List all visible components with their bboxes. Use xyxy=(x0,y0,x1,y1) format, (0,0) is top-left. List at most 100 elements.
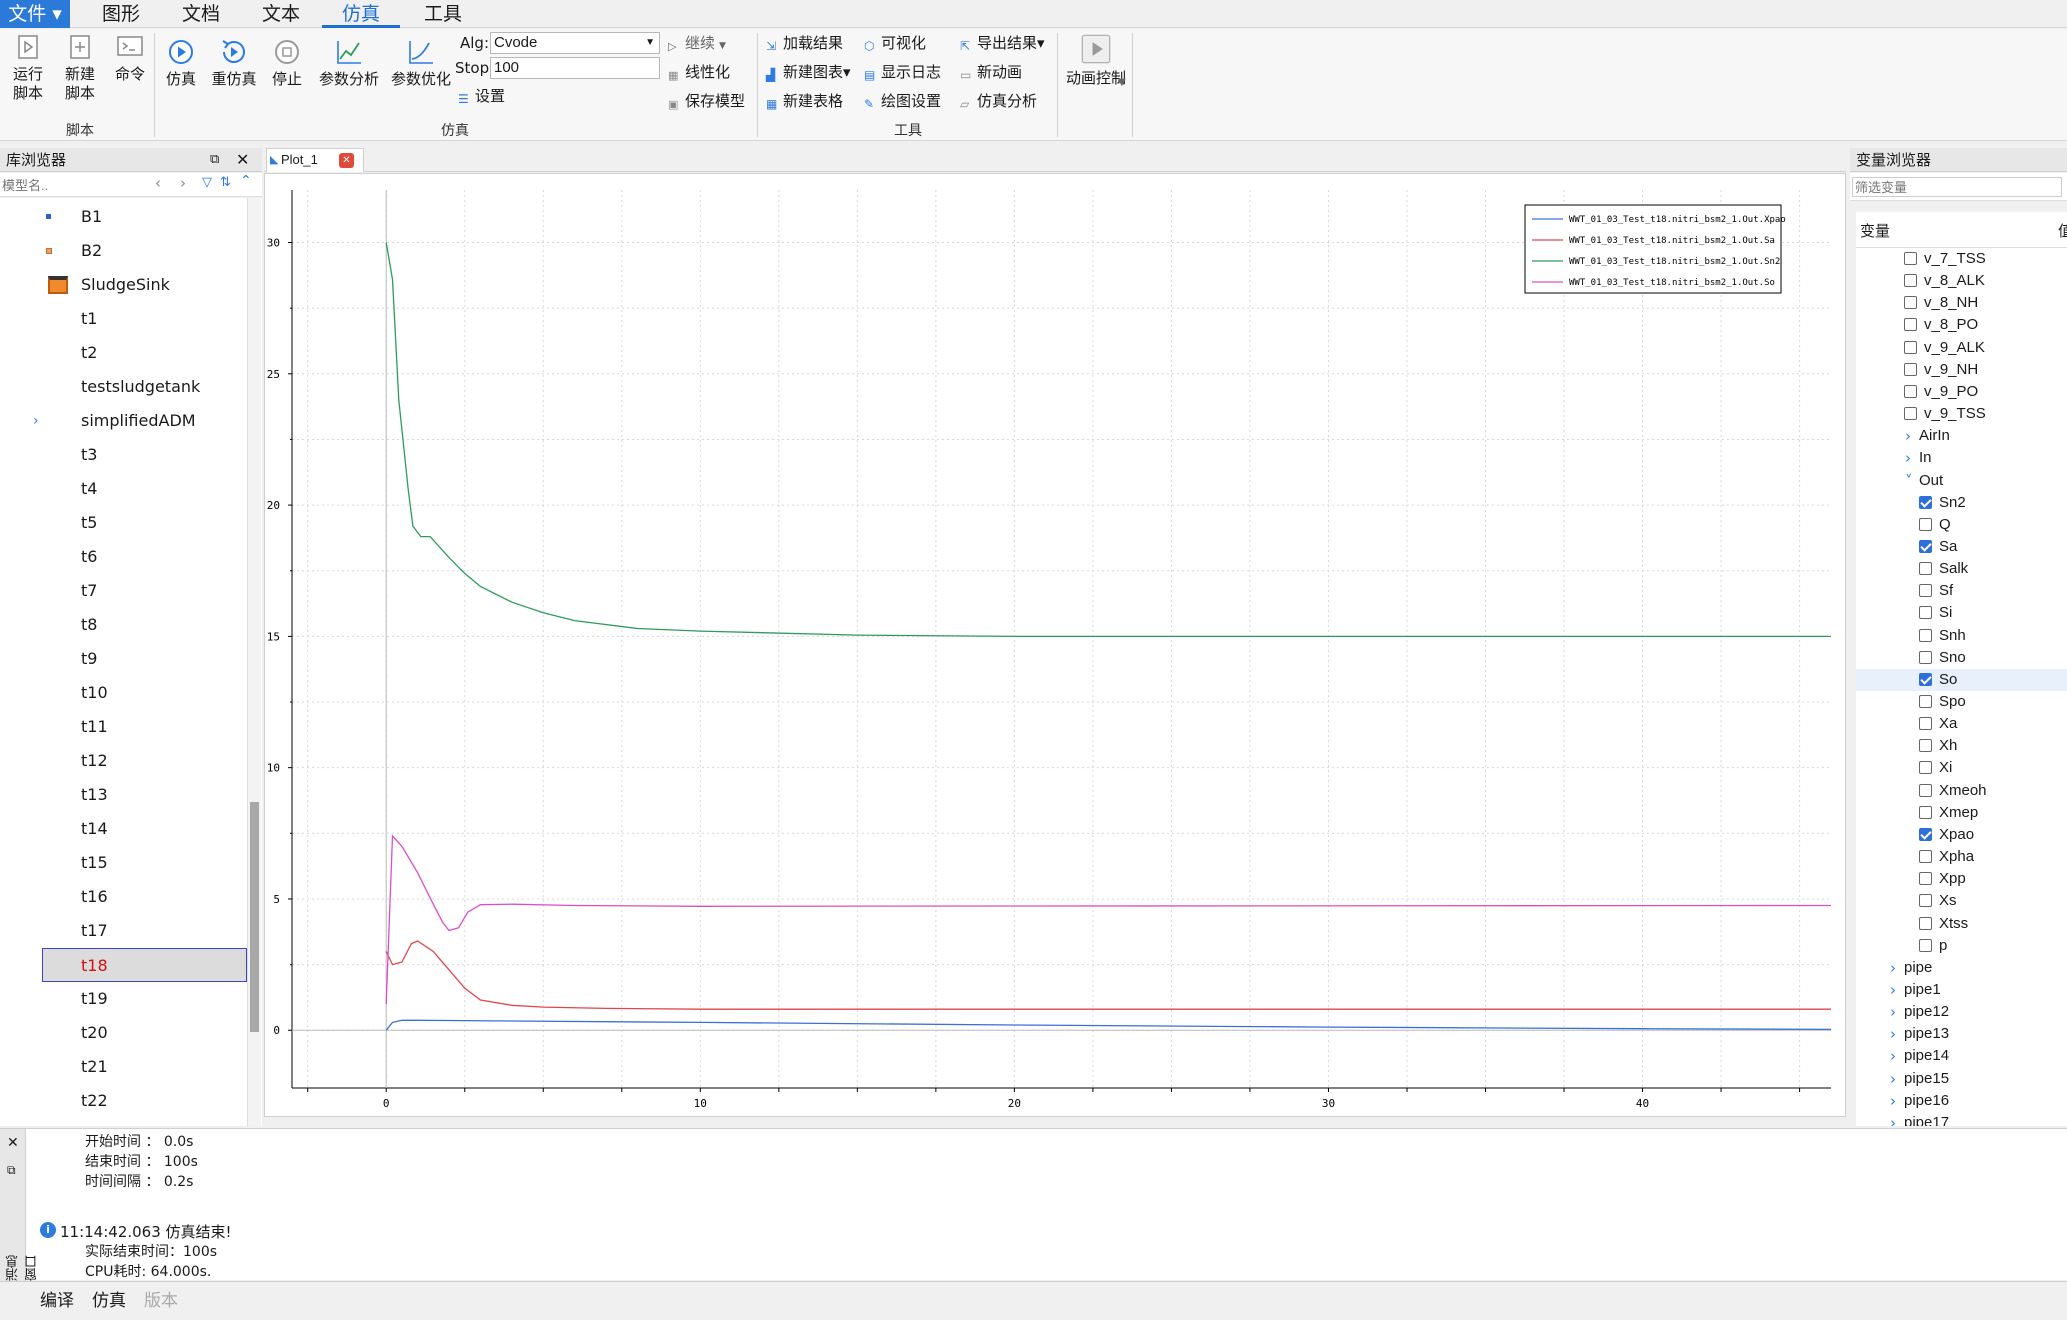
export-results-button[interactable]: ⇱ 导出结果▾ xyxy=(960,33,1045,53)
plot-area[interactable]: 0 10 20 30 40 0 5 10 15 20 25 30 WWT_01_03_Test_t18.… xyxy=(264,173,1846,1117)
variable-filter-input[interactable] xyxy=(1852,177,2062,197)
variable-row[interactable]: v_9_ALK xyxy=(1856,337,2067,359)
variable-row[interactable]: Snh xyxy=(1856,625,2067,647)
tab-compile[interactable]: 编译 xyxy=(36,1288,78,1314)
variable-row[interactable]: Q xyxy=(1856,514,2067,536)
variable-row[interactable]: Sf xyxy=(1856,580,2067,602)
variable-checkbox[interactable] xyxy=(1919,672,1932,686)
variable-checkbox[interactable] xyxy=(1919,894,1932,908)
variable-group-row[interactable]: › pipe15 xyxy=(1856,1068,2067,1090)
chevron-right-icon[interactable]: › xyxy=(1890,1090,1896,1112)
variable-row[interactable]: Sno xyxy=(1856,647,2067,669)
variable-checkbox[interactable] xyxy=(1919,628,1932,642)
variable-row[interactable]: v_8_ALK xyxy=(1856,270,2067,292)
float-icon[interactable]: ⧉ xyxy=(7,1163,16,1178)
variable-row[interactable]: v_8_PO xyxy=(1856,314,2067,336)
collapse-all-icon[interactable]: ⌃ xyxy=(240,173,252,189)
library-item[interactable]: t13 xyxy=(0,778,245,812)
simulate-button[interactable]: 仿真 xyxy=(160,38,202,89)
library-item[interactable]: t14 xyxy=(0,812,245,846)
library-item[interactable]: B2 xyxy=(0,234,245,268)
filter-icon[interactable]: ▽ xyxy=(202,175,212,190)
param-analysis-button[interactable]: 参数分析 xyxy=(316,38,382,89)
expand-chevron-icon[interactable]: › xyxy=(33,404,39,438)
continue-button[interactable]: ▷ 继续 ▼ xyxy=(668,33,726,53)
variable-row[interactable]: v_7_TSS xyxy=(1856,248,2067,270)
variable-checkbox[interactable] xyxy=(1919,650,1932,664)
variable-row[interactable]: v_9_TSS xyxy=(1856,403,2067,425)
variable-row[interactable]: v_9_PO xyxy=(1856,381,2067,403)
library-scrollbar-thumb[interactable] xyxy=(250,802,259,1032)
library-item[interactable]: t9 xyxy=(0,642,245,676)
library-item[interactable]: t21 xyxy=(0,1050,245,1084)
variable-group-row[interactable]: › pipe13 xyxy=(1856,1023,2067,1045)
variable-checkbox[interactable] xyxy=(1919,916,1932,930)
library-item[interactable]: t5 xyxy=(0,506,245,540)
variable-column-header[interactable]: 变量 xyxy=(1860,220,1890,241)
variable-row[interactable]: Xmeoh xyxy=(1856,780,2067,802)
library-item[interactable]: t17 xyxy=(0,914,245,948)
variable-checkbox[interactable] xyxy=(1919,695,1932,708)
variable-group-row[interactable]: ˅ Out xyxy=(1856,470,2067,492)
menu-simulation[interactable]: 仿真 xyxy=(322,0,400,28)
variable-checkbox[interactable] xyxy=(1904,407,1917,421)
command-button[interactable]: 命令 xyxy=(108,33,152,84)
library-item[interactable]: t3 xyxy=(0,438,245,472)
library-item[interactable]: t8 xyxy=(0,608,245,642)
variable-checkbox[interactable] xyxy=(1919,739,1932,753)
variable-group-row[interactable]: › AirIn xyxy=(1856,425,2067,447)
variable-row[interactable]: Xa xyxy=(1856,713,2067,735)
variable-row[interactable]: Xpao xyxy=(1856,824,2067,846)
library-item[interactable]: testsludgetank xyxy=(0,370,245,404)
chevron-right-icon[interactable]: › xyxy=(1890,1112,1896,1126)
variable-group-row[interactable]: › pipe14 xyxy=(1856,1045,2067,1067)
variable-row[interactable]: Spo xyxy=(1856,691,2067,713)
variable-checkbox[interactable] xyxy=(1904,362,1917,376)
variable-checkbox[interactable] xyxy=(1919,827,1932,841)
sort-icon[interactable]: ⇅ xyxy=(220,175,231,190)
library-item[interactable]: t15 xyxy=(0,846,245,880)
variable-checkbox[interactable] xyxy=(1919,783,1932,797)
variable-checkbox[interactable] xyxy=(1904,296,1917,310)
library-item[interactable]: t10 xyxy=(0,676,245,710)
library-item[interactable]: t20 xyxy=(0,1016,245,1050)
library-item[interactable]: t2 xyxy=(0,336,245,370)
variable-checkbox[interactable] xyxy=(1919,495,1932,509)
menu-text[interactable]: 文本 xyxy=(250,0,312,28)
new-table-button[interactable]: ▦ 新建表格 xyxy=(766,91,843,111)
variable-row[interactable]: Xi xyxy=(1856,757,2067,779)
variable-row[interactable]: Salk xyxy=(1856,558,2067,580)
variable-checkbox[interactable] xyxy=(1919,872,1932,886)
library-item[interactable]: t4 xyxy=(0,472,245,506)
variable-row[interactable]: Sn2 xyxy=(1856,492,2067,514)
menu-graphics[interactable]: 图形 xyxy=(90,0,152,28)
linearize-button[interactable]: ▦ 线性化 xyxy=(668,62,730,82)
library-item[interactable]: t1 xyxy=(0,302,245,336)
variable-row[interactable]: Xs xyxy=(1856,890,2067,912)
variable-checkbox[interactable] xyxy=(1919,517,1932,531)
line-chart[interactable]: 0 10 20 30 40 0 5 10 15 20 25 30 WWT_01_03_Test_t18.… xyxy=(265,174,1845,1116)
stop-button[interactable]: 停止 xyxy=(266,38,308,89)
chevron-down-icon[interactable]: ˅ xyxy=(1905,470,1913,492)
variable-row[interactable]: So xyxy=(1856,668,2067,691)
variable-row[interactable]: Xmep xyxy=(1856,802,2067,824)
chevron-right-icon[interactable]: › xyxy=(1890,1023,1896,1045)
library-scrollbar[interactable] xyxy=(247,198,261,1126)
float-icon[interactable]: ⧉ xyxy=(210,148,219,172)
library-item[interactable]: › simplifiedADM xyxy=(0,404,245,438)
menu-document[interactable]: 文档 xyxy=(170,0,232,28)
menu-file[interactable]: 文件 ▾ xyxy=(0,0,70,28)
close-icon[interactable]: ✕ xyxy=(7,1135,19,1151)
dropdown-arrow-icon[interactable]: ▼ xyxy=(1118,77,1126,88)
variable-row[interactable]: v_9_NH xyxy=(1856,359,2067,381)
variable-group-row[interactable]: › pipe16 xyxy=(1856,1090,2067,1112)
load-results-button[interactable]: ⇲ 加载结果 xyxy=(766,33,843,53)
series-line-2[interactable] xyxy=(385,940,1831,1010)
tab-close-icon[interactable]: ✕ xyxy=(339,153,354,168)
save-model-button[interactable]: ▣ 保存模型 xyxy=(668,91,745,111)
tab-simulation[interactable]: 仿真 xyxy=(88,1288,130,1314)
variable-group-row[interactable]: › pipe xyxy=(1856,957,2067,979)
variable-row[interactable]: Sa xyxy=(1856,536,2067,558)
variable-group-row[interactable]: › In xyxy=(1856,447,2067,469)
chevron-right-icon[interactable]: › xyxy=(1905,425,1911,447)
